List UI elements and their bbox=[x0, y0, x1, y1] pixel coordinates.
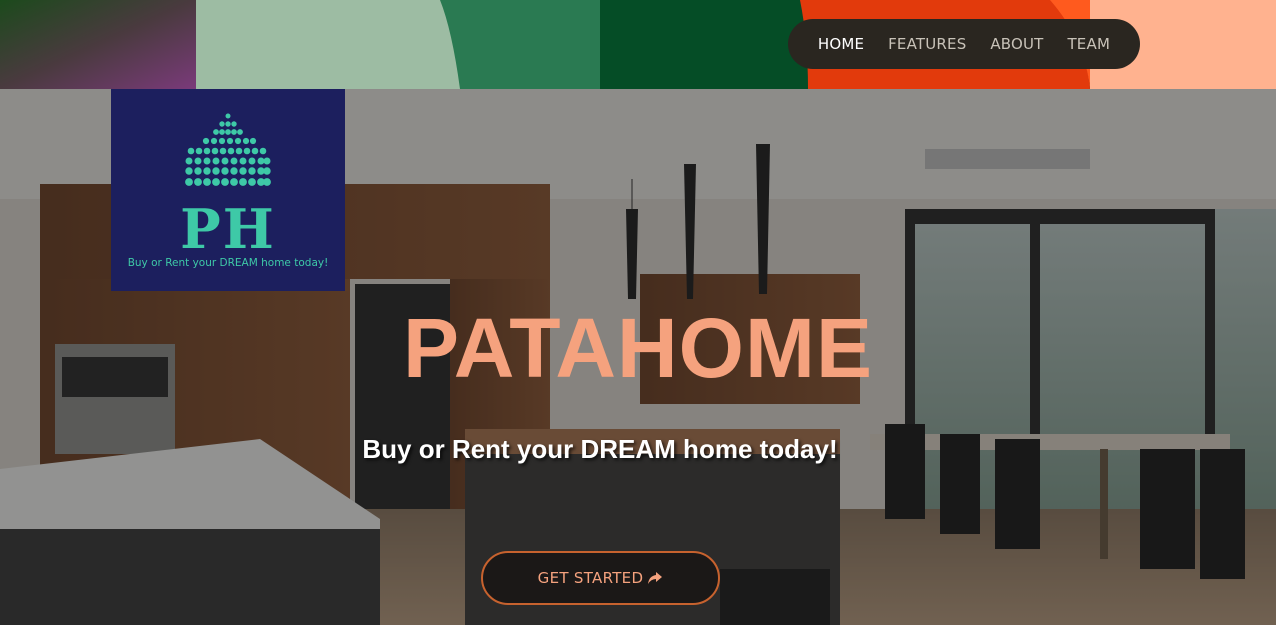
logo-monogram: PH bbox=[180, 197, 276, 261]
nav-item-team[interactable]: TEAM bbox=[1067, 35, 1110, 53]
nav-item-home[interactable]: HOME bbox=[818, 35, 864, 53]
nav-item-about[interactable]: ABOUT bbox=[990, 35, 1043, 53]
hero-title: PATAHOME bbox=[403, 301, 873, 395]
get-started-label: GET STARTED bbox=[537, 569, 644, 587]
nav-item-features[interactable]: FEATURES bbox=[888, 35, 966, 53]
logo-tagline: Buy or Rent your DREAM home today! bbox=[127, 257, 329, 269]
main-nav: HOME FEATURES ABOUT TEAM bbox=[788, 19, 1140, 69]
brand-logo[interactable]: PH Buy or Rent your DREAM home today! bbox=[111, 89, 345, 291]
share-arrow-icon bbox=[648, 572, 663, 584]
house-dots-icon bbox=[185, 113, 271, 186]
hero-subtitle: Buy or Rent your DREAM home today! bbox=[362, 434, 838, 464]
get-started-button[interactable]: GET STARTED bbox=[481, 551, 720, 605]
